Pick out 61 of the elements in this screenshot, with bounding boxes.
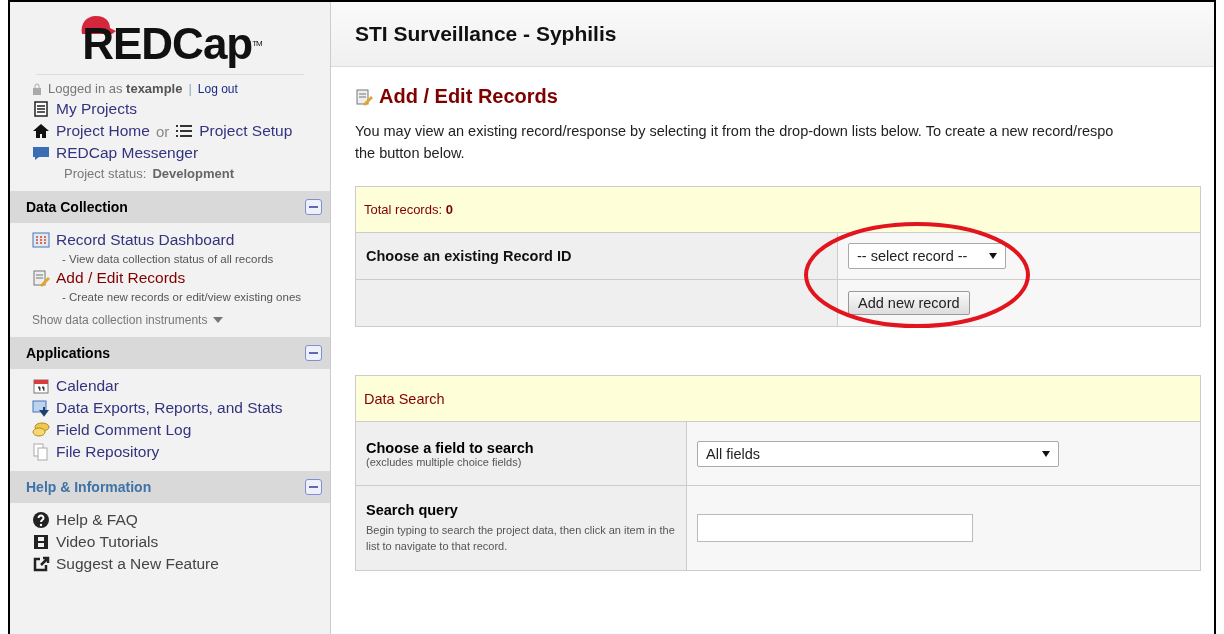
total-records: Total records: 0 — [364, 202, 453, 217]
intro-text: the button below. — [355, 144, 466, 163]
home-icon — [32, 122, 50, 140]
field-label: Choose a field to search — [366, 439, 535, 456]
nav-link[interactable]: My Projects — [56, 100, 137, 118]
edit-form-icon — [355, 87, 373, 106]
menu-link[interactable]: Field Comment Log — [56, 421, 192, 439]
joiner-text: or — [155, 122, 170, 140]
help-icon — [32, 511, 50, 529]
chat-bubble-icon — [32, 144, 50, 162]
caret-icon — [213, 317, 224, 323]
logout-link[interactable]: Log out — [197, 81, 238, 96]
login-status: Logged in as texample — [48, 81, 183, 96]
grid-icon — [32, 231, 50, 249]
choose-record-label: Choose an existing Record ID — [366, 248, 573, 264]
calendar-icon — [32, 377, 50, 395]
caret-icon — [989, 253, 997, 259]
menu-link[interactable]: Suggest a New Feature — [56, 555, 219, 573]
intro-text: You may view an existing record/response by selecting it from the drop-down lists below. To create a new record/respo — [355, 122, 1115, 141]
project-title: STI Surveillance - Syphilis — [331, 2, 1214, 67]
project-status-value: Development — [152, 166, 234, 181]
collapse-button[interactable] — [305, 479, 322, 495]
menu-link[interactable]: Add / Edit Records — [56, 269, 186, 287]
menu-link[interactable]: Calendar — [56, 377, 119, 395]
nav-link[interactable]: Project Setup — [199, 122, 293, 140]
edit-form-icon — [32, 269, 50, 287]
show-instruments-link[interactable]: Show data collection instruments — [32, 313, 208, 327]
menu-note: - Create new records or edit/view existing ones — [61, 291, 303, 303]
query-label: Search query — [366, 502, 459, 518]
page-title: Add / Edit Records — [379, 85, 558, 108]
menu-link[interactable]: File Repository — [56, 443, 160, 461]
search-title: Data Search — [364, 390, 445, 407]
caret-icon — [1042, 450, 1050, 457]
speech-bubbles-icon — [32, 421, 50, 439]
search-query-field[interactable] — [697, 514, 973, 542]
query-note: Begin typing to search the project data, then click an item in the list to navigate to that record. — [366, 523, 676, 554]
files-icon — [32, 443, 50, 461]
section-title: Applications — [26, 345, 110, 361]
project-status-label: Project status: — [64, 166, 147, 181]
add-new-record-button[interactable]: Add new record — [848, 291, 970, 315]
menu-link[interactable]: Record Status Dashboard — [56, 231, 235, 249]
export-icon — [32, 399, 50, 417]
nav-link[interactable]: REDCap Messenger — [56, 144, 199, 162]
field-select[interactable]: All fields — [697, 440, 1059, 467]
section-title: Data Collection — [26, 199, 128, 215]
share-icon — [32, 555, 50, 573]
document-icon — [32, 100, 50, 118]
menu-link[interactable]: Help & FAQ — [56, 511, 138, 529]
record-select[interactable]: -- select record -- — [848, 243, 1006, 269]
film-icon — [32, 533, 50, 551]
lock-icon — [32, 82, 42, 95]
collapse-button[interactable] — [305, 199, 322, 215]
menu-link[interactable]: Video Tutorials — [56, 533, 159, 551]
field-note: (excludes multiple choice fields) — [366, 455, 523, 468]
menu-link[interactable]: Data Exports, Reports, and Stats — [56, 399, 283, 417]
list-icon — [175, 122, 194, 140]
section-title: Help & Information — [26, 479, 152, 495]
collapse-button[interactable] — [305, 345, 322, 361]
nav-link[interactable]: Project Home — [56, 122, 150, 140]
menu-note: - View data collection status of all records — [61, 253, 275, 265]
separator: | — [188, 81, 192, 96]
